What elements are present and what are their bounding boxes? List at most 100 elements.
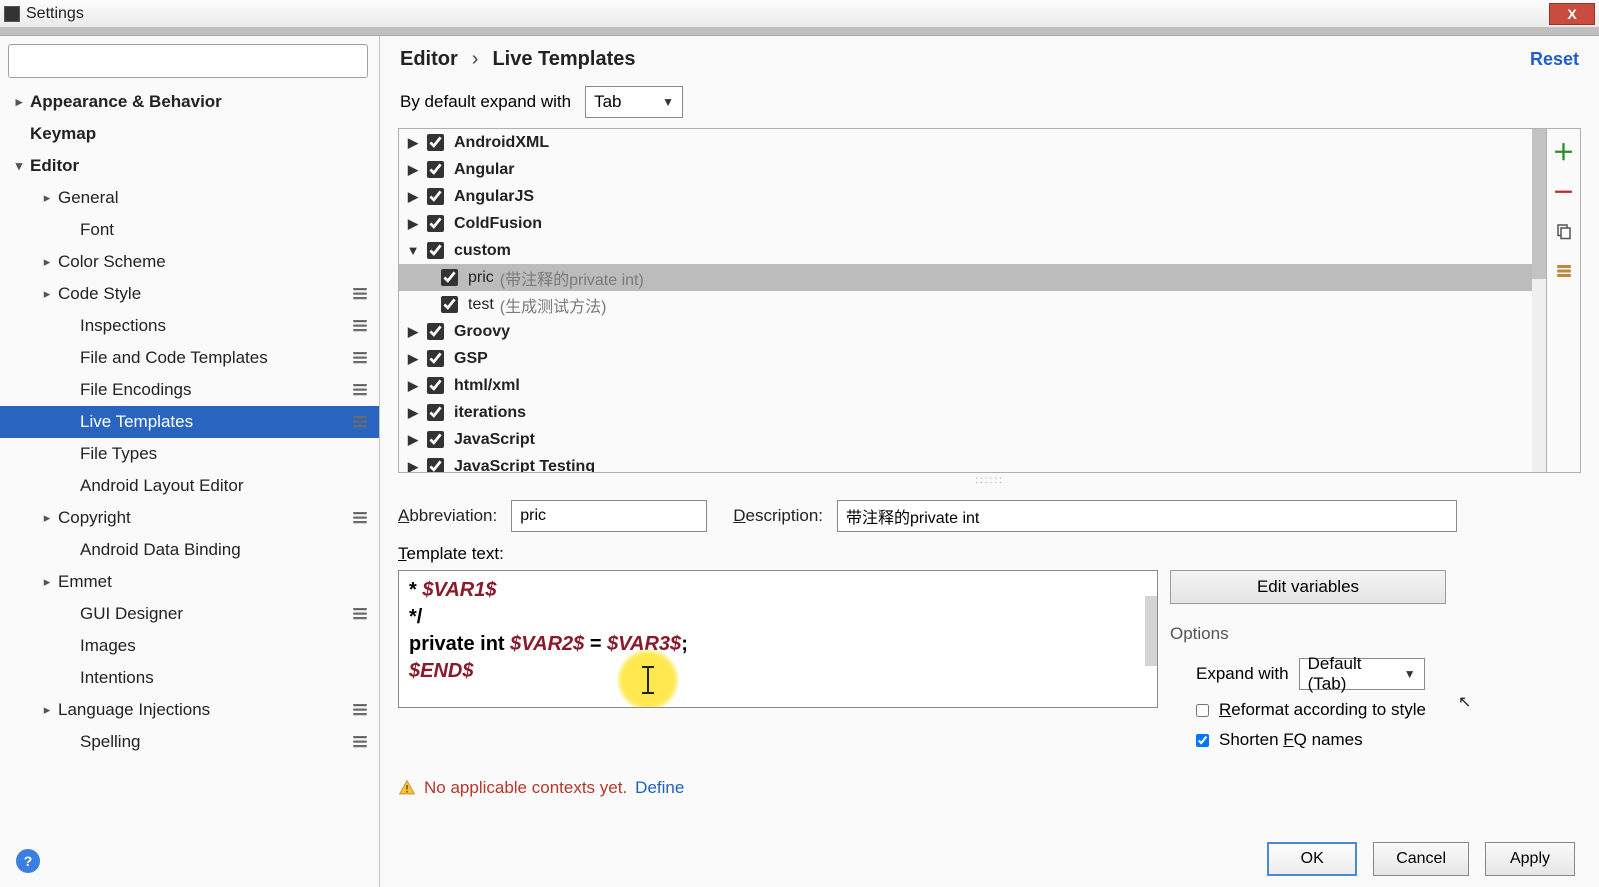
settings-template-button[interactable]	[1554, 261, 1574, 281]
add-template-button[interactable]: ＋	[1554, 141, 1574, 161]
template-checkbox[interactable]	[441, 269, 458, 286]
sidebar-item-label: Spelling	[80, 732, 351, 752]
warning-icon	[398, 779, 416, 797]
template-checkbox[interactable]	[427, 215, 444, 232]
define-link[interactable]: Define	[635, 778, 684, 798]
sidebar-item-label: Live Templates	[80, 412, 351, 432]
sidebar-item[interactable]: ▸General	[0, 182, 379, 214]
template-desc: (生成测试方法)	[500, 293, 607, 317]
content-pane: Editor › Live Templates Reset By default…	[380, 36, 1599, 887]
abbreviation-input[interactable]	[511, 500, 707, 532]
resize-grip[interactable]: ::::::	[380, 473, 1599, 488]
template-label: AngularJS	[454, 188, 534, 206]
copy-template-button[interactable]	[1554, 221, 1574, 241]
editor-scrollbar[interactable]	[1145, 596, 1157, 666]
template-checkbox[interactable]	[427, 323, 444, 340]
template-group[interactable]: ▼custom	[399, 237, 1546, 264]
reset-link[interactable]: Reset	[1530, 49, 1579, 70]
template-checkbox[interactable]	[427, 161, 444, 178]
close-button[interactable]: X	[1549, 3, 1595, 25]
template-checkbox[interactable]	[427, 431, 444, 448]
template-checkbox[interactable]	[427, 350, 444, 367]
sidebar-item[interactable]: Spelling	[0, 726, 379, 758]
sidebar-item-label: Android Data Binding	[80, 540, 379, 560]
template-group[interactable]: ▶GSP	[399, 345, 1546, 372]
template-text-label: emplate text:	[407, 544, 504, 563]
sidebar-item[interactable]: ▾Editor	[0, 150, 379, 182]
sidebar-item[interactable]: ▸Copyright	[0, 502, 379, 534]
sidebar-item-label: File Encodings	[80, 380, 351, 400]
template-group[interactable]: ▶Angular	[399, 156, 1546, 183]
options-title: Options	[1170, 624, 1446, 644]
template-text-editor[interactable]: * $VAR1$ */ private int $VAR2$ = $VAR3$;…	[398, 570, 1158, 708]
breadcrumb-live-templates: Live Templates	[492, 48, 635, 71]
scope-icon	[351, 413, 369, 431]
description-label: Description:	[733, 506, 823, 526]
template-checkbox[interactable]	[427, 134, 444, 151]
template-checkbox[interactable]	[427, 404, 444, 421]
template-group[interactable]: ▶ColdFusion	[399, 210, 1546, 237]
search-input[interactable]	[8, 44, 368, 78]
warning-text: No applicable contexts yet.	[424, 778, 627, 798]
edit-variables-button[interactable]: Edit variables	[1170, 570, 1446, 604]
sidebar-item[interactable]: Intentions	[0, 662, 379, 694]
template-group[interactable]: ▶ AngularJS	[399, 183, 1546, 210]
sidebar-item[interactable]: ▸Emmet	[0, 566, 379, 598]
sidebar-item[interactable]: Font	[0, 214, 379, 246]
template-checkbox[interactable]	[427, 458, 444, 472]
cancel-button[interactable]: Cancel	[1373, 842, 1469, 876]
shorten-fq-checkbox[interactable]	[1196, 734, 1209, 747]
sidebar-item-label: Color Scheme	[58, 252, 379, 272]
template-checkbox[interactable]	[427, 242, 444, 259]
sidebar-item[interactable]: Keymap	[0, 118, 379, 150]
ok-button[interactable]: OK	[1267, 842, 1357, 876]
dialog-footer: OK Cancel Apply	[380, 831, 1599, 887]
description-input[interactable]	[837, 500, 1457, 532]
sidebar-item[interactable]: ▸Color Scheme	[0, 246, 379, 278]
sidebar-item[interactable]: Inspections	[0, 310, 379, 342]
sidebar-item[interactable]: File and Code Templates	[0, 342, 379, 374]
chevron-right-icon: ▶	[399, 189, 427, 205]
apply-button[interactable]: Apply	[1485, 842, 1575, 876]
settings-tree[interactable]: ▸Appearance & BehaviorKeymap▾Editor▸Gene…	[0, 86, 379, 887]
template-group[interactable]: ▶JavaScript Testing	[399, 453, 1546, 472]
sidebar-item[interactable]: Android Layout Editor	[0, 470, 379, 502]
sidebar-item[interactable]: ▸Code Style	[0, 278, 379, 310]
sidebar-item[interactable]: ▸Appearance & Behavior	[0, 86, 379, 118]
template-checkbox[interactable]	[427, 188, 444, 205]
chevron-icon: ▸	[36, 190, 58, 206]
template-group[interactable]: ▶JavaScript	[399, 426, 1546, 453]
chevron-right-icon: ▶	[399, 459, 427, 473]
templates-tree[interactable]: ▶AndroidXML▶Angular ▶ AngularJS ▶ColdFusion…	[399, 129, 1546, 472]
template-item[interactable]: test(生成测试方法)	[399, 291, 1546, 318]
reformat-checkbox[interactable]	[1196, 704, 1209, 717]
chevron-icon: ▸	[36, 254, 58, 270]
template-label: GSP	[454, 350, 488, 368]
sidebar-item-label: Intentions	[80, 668, 379, 688]
template-checkbox[interactable]	[441, 296, 458, 313]
sidebar-item[interactable]: File Encodings	[0, 374, 379, 406]
template-group[interactable]: ▶Groovy	[399, 318, 1546, 345]
sidebar-item[interactable]: GUI Designer	[0, 598, 379, 630]
scope-icon	[351, 701, 369, 719]
sidebar-item[interactable]: Android Data Binding	[0, 534, 379, 566]
sidebar-item[interactable]: Images	[0, 630, 379, 662]
template-group[interactable]: ▶AndroidXML	[399, 129, 1546, 156]
remove-template-button[interactable]: －	[1554, 181, 1574, 201]
sidebar-item[interactable]: Live Templates	[0, 406, 379, 438]
template-group[interactable]: ▶html/xml	[399, 372, 1546, 399]
default-expand-label: By default expand with	[400, 92, 571, 112]
template-group[interactable]: ▶iterations	[399, 399, 1546, 426]
mouse-pointer: ↖	[1458, 692, 1471, 712]
template-item[interactable]: pric(带注释的private int)	[399, 264, 1546, 291]
sidebar-item-label: Appearance & Behavior	[30, 92, 379, 112]
template-checkbox[interactable]	[427, 377, 444, 394]
default-expand-select[interactable]: Tab ▼	[585, 86, 683, 118]
help-button[interactable]: ?	[16, 849, 40, 873]
tpl-scrollbar[interactable]	[1532, 129, 1546, 472]
sidebar-item[interactable]: File Types	[0, 438, 379, 470]
sidebar-item-label: File and Code Templates	[80, 348, 351, 368]
sidebar-item[interactable]: ▸Language Injections	[0, 694, 379, 726]
expand-with-select[interactable]: Default (Tab) ▼	[1299, 658, 1425, 690]
sidebar-item-label: Language Injections	[58, 700, 351, 720]
